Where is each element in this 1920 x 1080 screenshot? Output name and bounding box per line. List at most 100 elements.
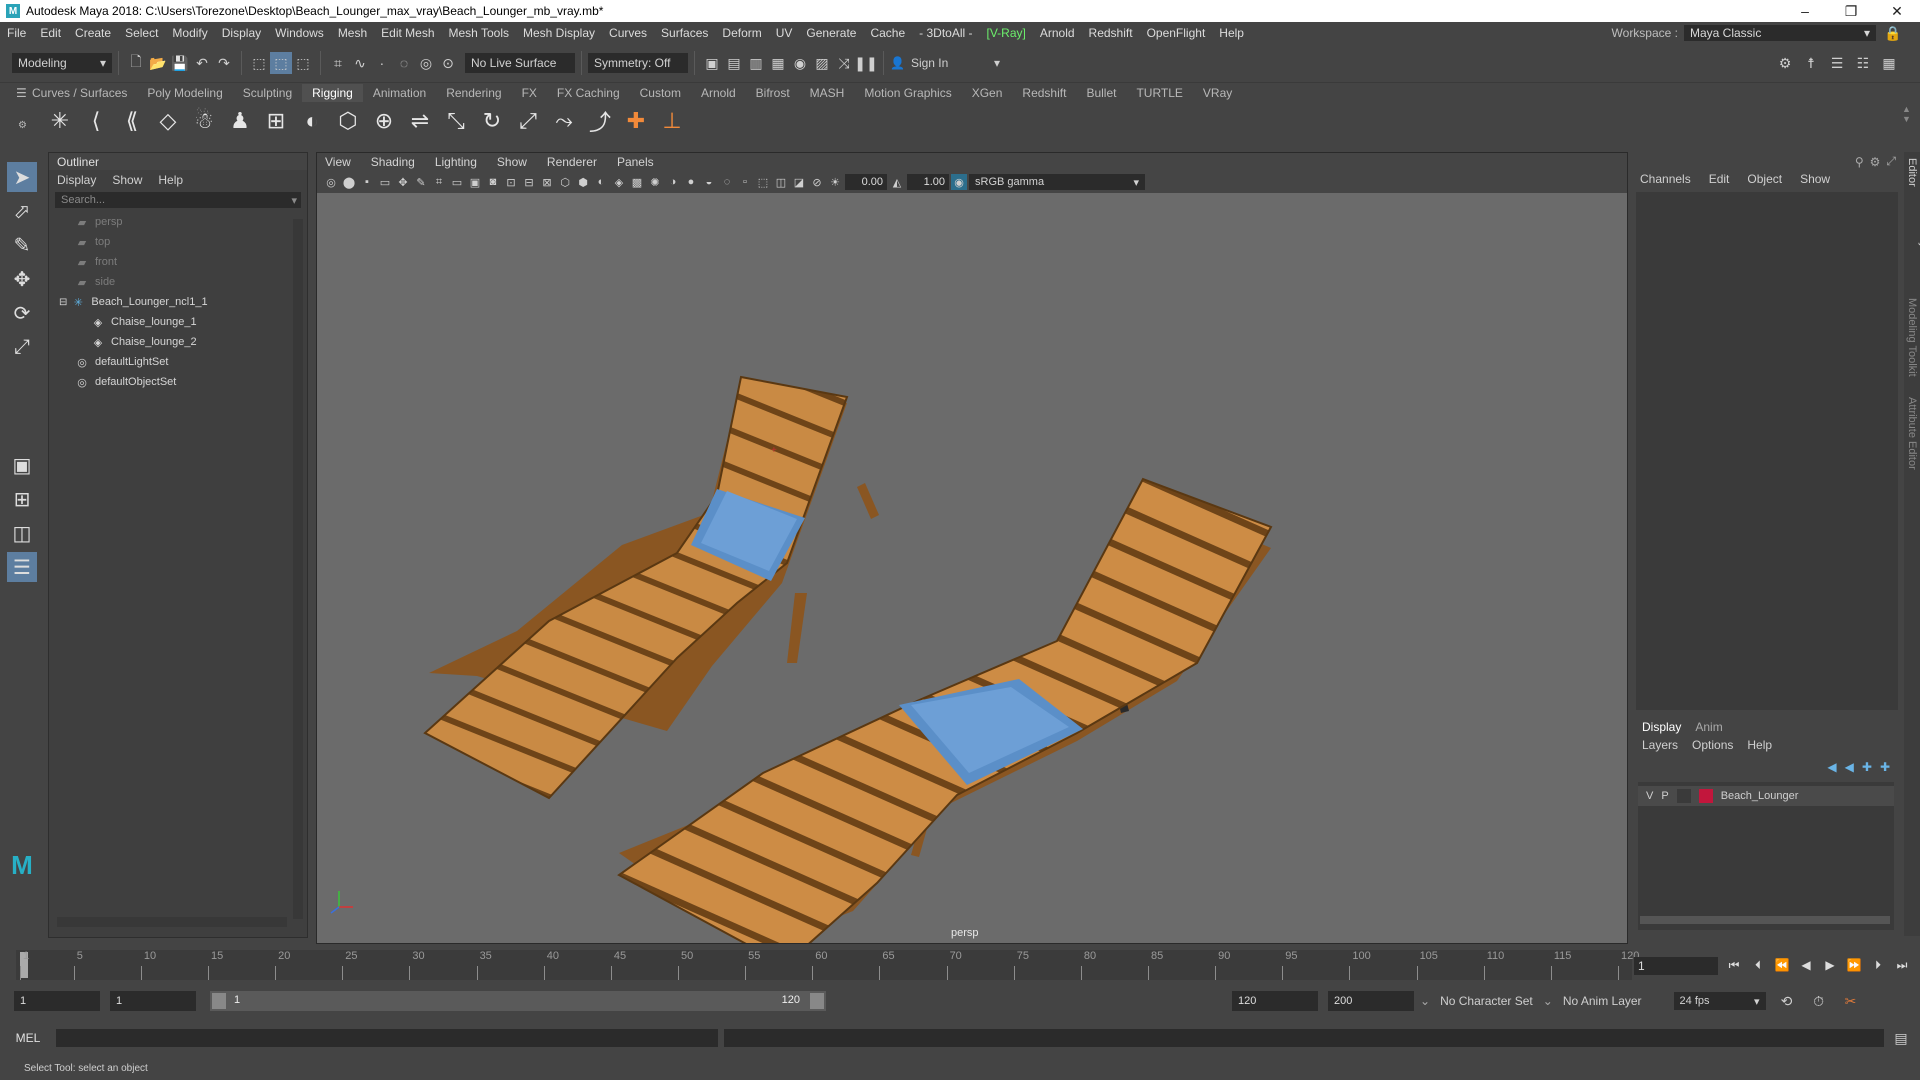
menu-item-mesh[interactable]: Mesh [331,26,374,40]
shelf-tab-animation[interactable]: Animation [363,84,436,102]
select-hierarchy-icon[interactable]: ⬚ [248,52,270,74]
play-forwards-icon[interactable]: ▶ [1820,955,1840,975]
shelf-settings-icon[interactable]: ⚙ [18,120,27,131]
menu-item-mesh-tools[interactable]: Mesh Tools [442,26,516,40]
layer-playback-toggle[interactable]: P [1661,790,1668,802]
new-scene-icon[interactable]: 🗋 [125,52,147,74]
ik-spline-icon[interactable]: ⟪ [116,105,148,137]
menu-item-3dtoall[interactable]: - 3DtoAll - [912,26,979,40]
scale-tool-icon[interactable]: ⤢ [7,332,37,362]
textured-icon[interactable]: ▩ [629,174,645,190]
current-frame-field[interactable]: 1 [1634,957,1718,975]
menu-item-redshift[interactable]: Redshift [1082,26,1140,40]
xray-joints-icon[interactable]: ◪ [791,174,807,190]
safe-action-icon[interactable]: ⊟ [521,174,537,190]
undo-icon[interactable]: ↶ [191,52,213,74]
layer-menu-help[interactable]: Help [1747,738,1772,752]
shelf-tab-bullet[interactable]: Bullet [1076,84,1126,102]
color-management-icon[interactable]: ◉ [951,174,967,190]
viewport-menu-shading[interactable]: Shading [371,155,415,169]
orient-constraint-icon[interactable]: ↻ [476,105,508,137]
shelf-menu-icon[interactable]: ☰ [16,86,27,100]
shelf-tab-rendering[interactable]: Rendering [436,84,511,102]
range-end-handle[interactable] [810,993,824,1009]
settings-icon[interactable]: ⚙ [1870,155,1881,169]
outliner-layout-icon[interactable]: ☰ [7,552,37,582]
image-plane-icon[interactable]: ▭ [377,174,393,190]
select-object-icon[interactable]: ⬚ [270,52,292,74]
xray-icon[interactable]: ◫ [773,174,789,190]
layer-menu-options[interactable]: Options [1692,738,1733,752]
channel-menu-channels[interactable]: Channels [1640,172,1691,186]
point-constraint-icon[interactable]: ⤡ [440,105,472,137]
go-to-start-icon[interactable]: ⏮ [1724,955,1744,975]
layer-menu-layers[interactable]: Layers [1642,738,1678,752]
dropdown-arrow-icon[interactable]: ⌄ [1543,994,1553,1008]
grease-pencil-icon[interactable]: ✎ [413,174,429,190]
select-component-icon[interactable]: ⬚ [292,52,314,74]
outliner-item[interactable]: ▰ side [49,272,307,292]
shelf-tab-poly-modeling[interactable]: Poly Modeling [137,84,232,102]
outliner-item[interactable]: ◈ Chaise_lounge_2 [49,332,307,352]
cluster-icon[interactable]: ⊕ [368,105,400,137]
gate-mask-icon[interactable]: ◙ [485,174,501,190]
fps-dropdown[interactable]: 24 fps ▾ [1673,992,1766,1010]
joint-orient-icon[interactable]: ⊥ [656,105,688,137]
character-controls-icon[interactable]: ☨ [1800,52,1822,74]
shelf-tab-custom[interactable]: Custom [630,84,691,102]
lasso-tool-icon[interactable]: ⬀ [7,196,37,226]
save-scene-icon[interactable]: 💾 [169,52,191,74]
menu-item-edit[interactable]: Edit [33,26,68,40]
snap-curve-icon[interactable]: ∿ [349,52,371,74]
layer-visibility-toggle[interactable]: V [1646,790,1653,802]
animation-end-field[interactable]: 200 [1328,991,1414,1011]
menu-item-openflight[interactable]: OpenFlight [1140,26,1213,40]
layer-type-toggle[interactable] [1676,789,1691,803]
wireframe-icon[interactable]: ⬡ [557,174,573,190]
menu-item-arnold[interactable]: Arnold [1033,26,1082,40]
viewport-scene[interactable]: + [317,193,1627,943]
vray-render-icon[interactable]: ▨ [811,52,833,74]
move-layer-down-icon[interactable]: ◀ [1845,760,1854,774]
anim-layer-field[interactable]: No Anim Layer [1563,994,1642,1008]
shelf-tab-arnold[interactable]: Arnold [691,84,746,102]
outliner-item[interactable]: ◎ defaultLightSet [49,352,307,372]
two-view-icon[interactable]: ◫ [7,518,37,548]
default-material-icon[interactable]: ◐ [593,174,609,190]
outliner-search[interactable]: Search... ▾ [55,192,301,208]
lights-icon[interactable]: ✺ [647,174,663,190]
ik-handle-icon[interactable]: ⟨ [80,105,112,137]
shelf-tab-motion-graphics[interactable]: Motion Graphics [854,84,961,102]
pin-icon[interactable]: ⚲ [1855,155,1864,169]
close-button[interactable]: ✕ [1874,0,1920,22]
humanik-icon[interactable]: ☃ [188,105,220,137]
side-tab-attribute-editor[interactable]: Attribute Editor [1906,397,1918,470]
menu-item-v-ray[interactable]: [V-Ray] [980,26,1033,40]
outliner-item[interactable]: ◈ Chaise_lounge_1 [49,312,307,332]
symmetry-dropdown[interactable]: Symmetry: Off [588,53,688,73]
step-forward-frame-icon[interactable]: ⏩ [1844,955,1864,975]
lounger-chaise-1[interactable] [423,375,879,800]
blend-shape-icon[interactable]: ◐ [296,105,328,137]
bind-skin-icon[interactable]: ◇ [152,105,184,137]
shelf-tab-xgen[interactable]: XGen [962,84,1013,102]
bookmark-icon[interactable]: ▪ [359,174,375,190]
move-tool-icon[interactable]: ✥ [7,264,37,294]
outliner-menu-display[interactable]: Display [57,173,96,187]
step-back-key-icon[interactable]: ⏴ [1748,955,1768,975]
shelf-tab-vray[interactable]: VRay [1193,84,1242,102]
anti-aliasing-icon[interactable]: ◌ [719,174,735,190]
ipr-render-icon[interactable]: ▥ [745,52,767,74]
grid-icon[interactable]: ⌗ [431,174,447,190]
animation-start-field[interactable]: 1 [14,991,100,1011]
outliner-menu-help[interactable]: Help [158,173,183,187]
playback-end-field[interactable]: 120 [1232,991,1318,1011]
open-scene-icon[interactable]: 📂 [147,52,169,74]
snap-live-icon[interactable]: ⊙ [437,52,459,74]
render-settings-icon[interactable]: ▦ [767,52,789,74]
vray-ipr-icon[interactable]: ⤨ [833,52,855,74]
menu-item-display[interactable]: Display [215,26,268,40]
snap-grid-icon[interactable]: ⌗ [327,52,349,74]
menu-item-help[interactable]: Help [1212,26,1251,40]
shelf-scroll[interactable]: ▲ ▼ [1902,104,1912,138]
